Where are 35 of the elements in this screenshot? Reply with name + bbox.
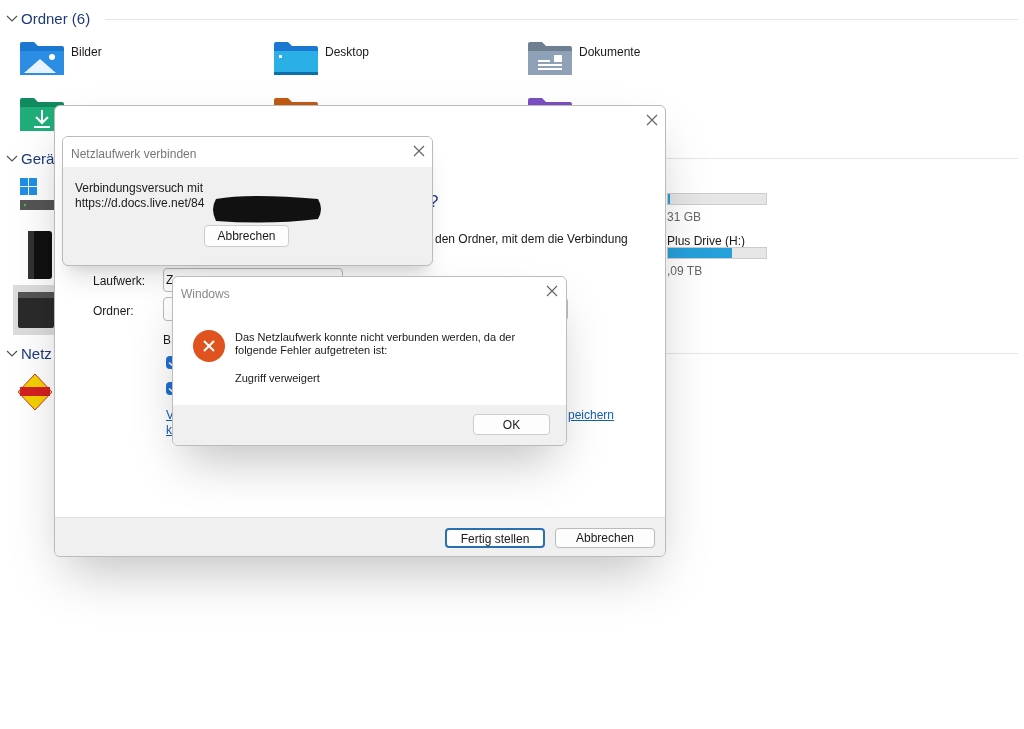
section-heading[interactable]: Netz: [21, 343, 52, 366]
finish-button[interactable]: Fertig stellen: [445, 528, 545, 548]
system-drive-icon[interactable]: [20, 178, 56, 212]
folder-name[interactable]: Dokumente: [579, 43, 641, 61]
option-text: B: [163, 332, 171, 349]
drive-size: ,09 TB: [667, 263, 703, 280]
folder-name[interactable]: Bilder: [71, 43, 102, 61]
field-label: Ordner:: [93, 303, 134, 320]
window-title: Netzlaufwerk verbinden: [71, 146, 197, 163]
router-logo-icon[interactable]: [18, 374, 52, 410]
drive-size: 31 GB: [667, 209, 702, 226]
description-text: den Ordner, mit dem die Verbindung: [435, 231, 628, 248]
section-heading[interactable]: Ordner (6): [21, 8, 91, 31]
folder-name[interactable]: Desktop: [325, 43, 370, 61]
error-message: Das Netzlaufwerk konnte nicht verbunden werden, da der folgende Fehler aufgetreten ist:: [235, 331, 517, 357]
error-icon: [193, 330, 225, 362]
field-label: Laufwerk:: [93, 273, 146, 290]
external-drive-icon[interactable]: [26, 231, 52, 279]
status-message: Verbindungsversuch mit https://d.docs.live.net/84: [75, 181, 205, 211]
link[interactable]: peichern: [568, 406, 615, 424]
close-icon[interactable]: [413, 145, 425, 157]
close-icon[interactable]: [546, 285, 558, 297]
document-folder-icon[interactable]: [528, 41, 572, 75]
link[interactable]: k: [166, 421, 172, 439]
cancel-button[interactable]: Abbrechen: [555, 528, 655, 548]
close-icon[interactable]: [646, 114, 658, 126]
section-heading[interactable]: Gerä: [21, 148, 55, 171]
error-detail: Zugriff verweigert: [235, 371, 320, 386]
window-title: Windows: [181, 286, 230, 303]
cancel-button[interactable]: Abbrechen: [204, 225, 289, 247]
desktop-folder-icon[interactable]: [274, 41, 318, 75]
ok-button[interactable]: OK: [473, 414, 550, 435]
drive-label: Plus Drive (H:): [667, 233, 745, 250]
storage-device-icon[interactable]: [18, 290, 54, 330]
picture-folder-icon[interactable]: [20, 41, 64, 75]
